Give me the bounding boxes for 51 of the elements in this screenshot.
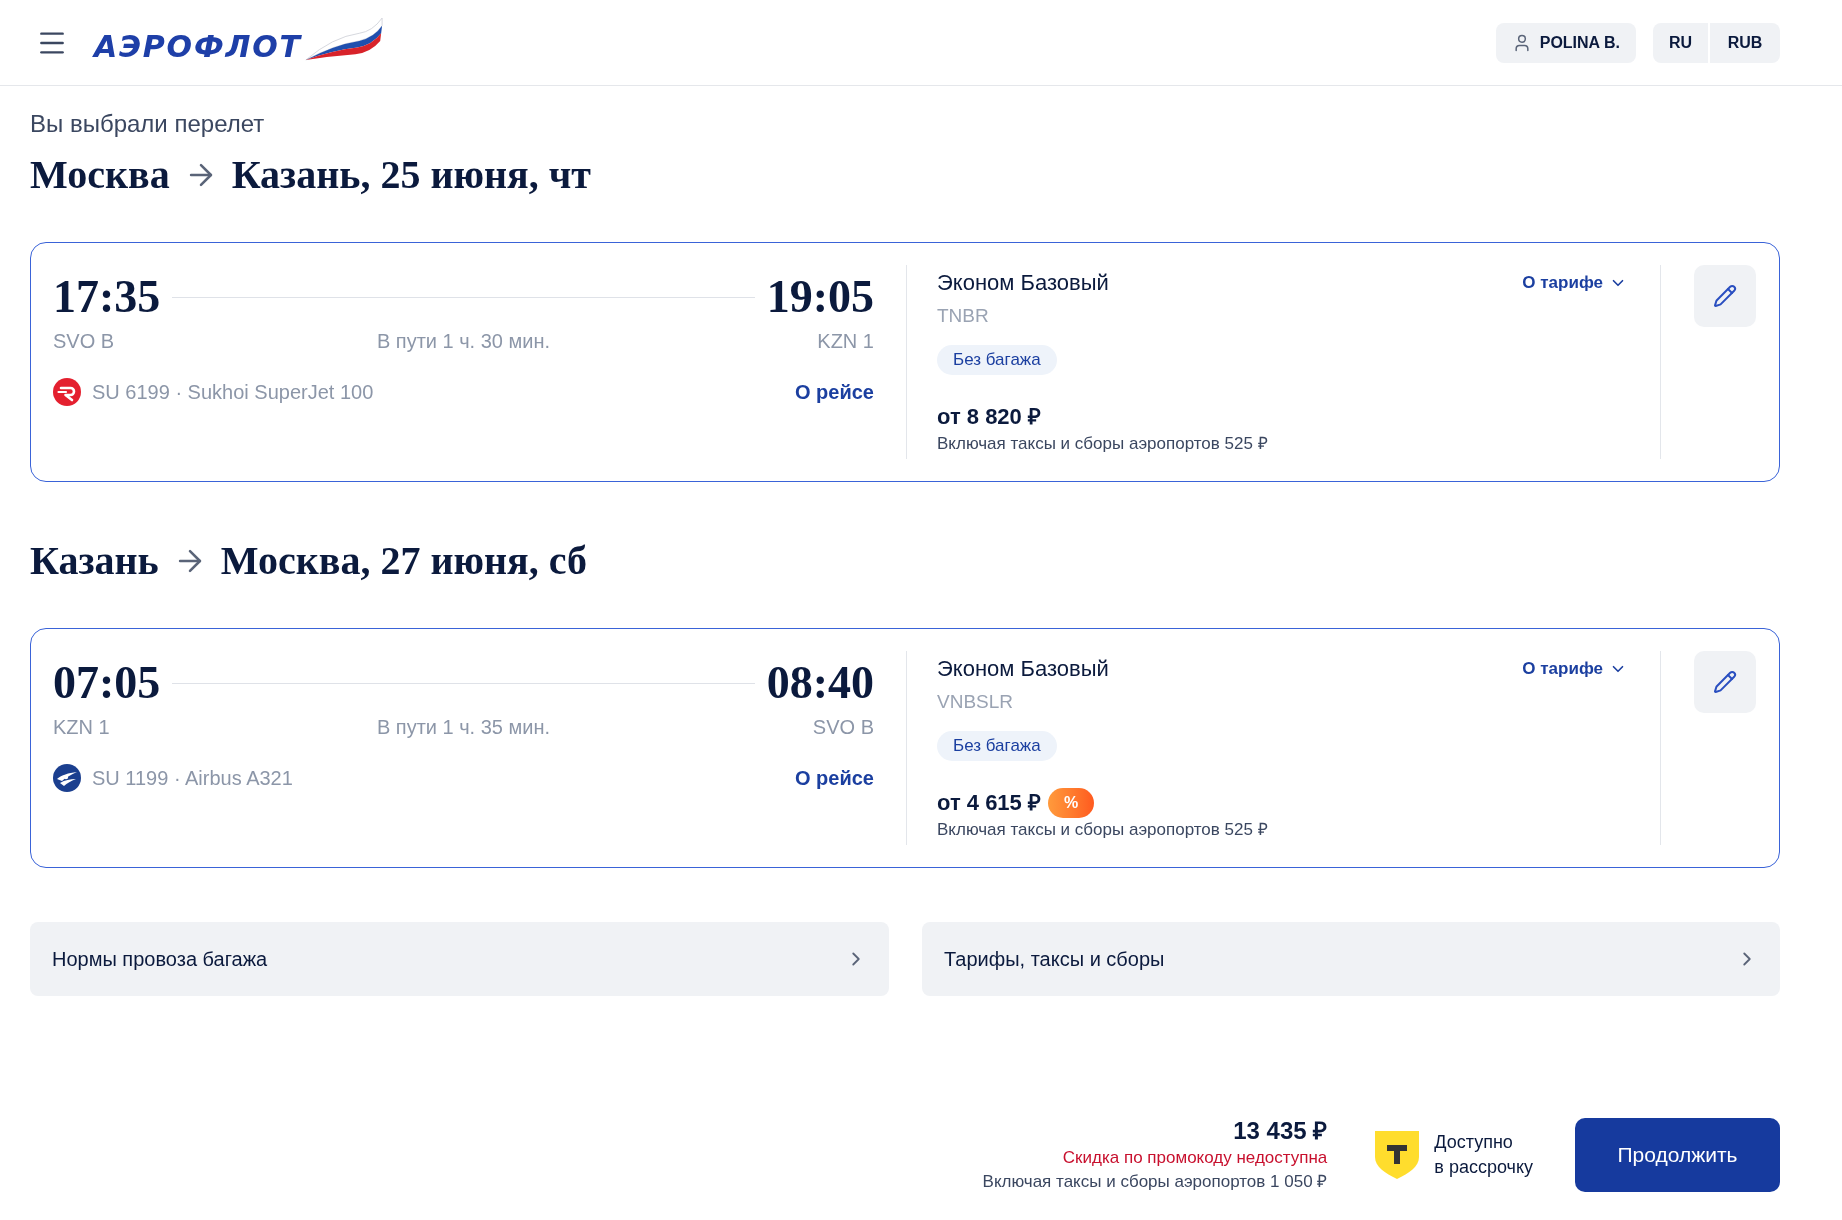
arrival-airport: SVO B bbox=[812, 715, 874, 739]
departure-airport: KZN 1 bbox=[53, 715, 110, 739]
flight-duration: В пути 1 ч. 35 мин. bbox=[376, 715, 551, 739]
flag-wing-icon bbox=[303, 15, 384, 62]
info-link[interactable]: Тарифы, таксы и сборы bbox=[922, 922, 1780, 996]
baggage-tag: Без багажа bbox=[937, 731, 1057, 761]
intro-text: Вы выбрали перелет bbox=[30, 110, 265, 138]
brand-logo: АЭРОФЛОТ bbox=[94, 28, 302, 65]
discount-tag: % bbox=[1047, 788, 1095, 818]
edit-button[interactable] bbox=[1694, 265, 1756, 327]
departure-time: 17:35 bbox=[53, 273, 161, 321]
taxes-note: Включая таксы и сборы аэропортов 525 ₽ bbox=[937, 819, 1268, 841]
flight-info: SU 1199 · Airbus A321 bbox=[92, 766, 293, 790]
promo-warning: Скидка по промокоду недоступна bbox=[1062, 1147, 1328, 1169]
baggage-tag: Без багажа bbox=[937, 345, 1057, 375]
user-account-button[interactable]: POLINA B. bbox=[1495, 22, 1636, 63]
pencil-icon bbox=[1713, 670, 1737, 694]
flight-details-link[interactable]: О рейсе bbox=[795, 380, 874, 404]
total-price: 13 435 ₽ bbox=[1233, 1116, 1328, 1146]
fare-code: VNBSLR bbox=[937, 690, 1014, 714]
continue-button[interactable]: Продолжить bbox=[1575, 1118, 1780, 1192]
fare-details-link[interactable]: О тарифе bbox=[1522, 269, 1627, 297]
departure-time: 07:05 bbox=[53, 659, 161, 707]
taxes-note: Включая таксы и сборы аэропортов 1 050 ₽ bbox=[982, 1171, 1328, 1193]
flight-details-link[interactable]: О рейсе bbox=[795, 766, 874, 790]
departure-airport: SVO B bbox=[53, 329, 115, 353]
arrival-time: 08:40 bbox=[766, 659, 874, 707]
pencil-icon bbox=[1713, 284, 1737, 308]
route-origin: Казань bbox=[30, 537, 159, 585]
flight-info: SU 6199 · Sukhoi SuperJet 100 bbox=[92, 380, 374, 404]
route-destination: Москва, 27 июня, сб bbox=[220, 537, 587, 585]
route-origin: Москва bbox=[30, 151, 170, 199]
fare-name: Эконом Базовый bbox=[937, 655, 1109, 683]
edit-button[interactable] bbox=[1694, 651, 1756, 713]
language-button[interactable]: RU bbox=[1653, 22, 1708, 63]
fare-name: Эконом Базовый bbox=[937, 269, 1109, 297]
route-destination: Казань, 25 июня, чт bbox=[231, 151, 591, 199]
fare-price: от 4 615 ₽ bbox=[937, 789, 1041, 817]
shield-logo-icon bbox=[1375, 1131, 1420, 1179]
currency-button[interactable]: RUB bbox=[1710, 22, 1780, 63]
info-link[interactable]: Нормы провоза багажа bbox=[30, 922, 889, 996]
airline-logo-icon bbox=[53, 764, 81, 792]
flight-duration: В пути 1 ч. 30 мин. bbox=[376, 329, 551, 353]
fare-details-link[interactable]: О тарифе bbox=[1522, 655, 1627, 683]
fare-price: от 8 820 ₽ bbox=[937, 403, 1041, 431]
arrival-airport: KZN 1 bbox=[817, 329, 874, 353]
arrival-time: 19:05 bbox=[766, 273, 874, 321]
fare-code: TNBR bbox=[937, 304, 989, 328]
airline-logo-icon bbox=[53, 378, 81, 406]
taxes-note: Включая таксы и сборы аэропортов 525 ₽ bbox=[937, 433, 1268, 455]
installment-text: Доступно в рассрочку bbox=[1434, 1131, 1533, 1179]
